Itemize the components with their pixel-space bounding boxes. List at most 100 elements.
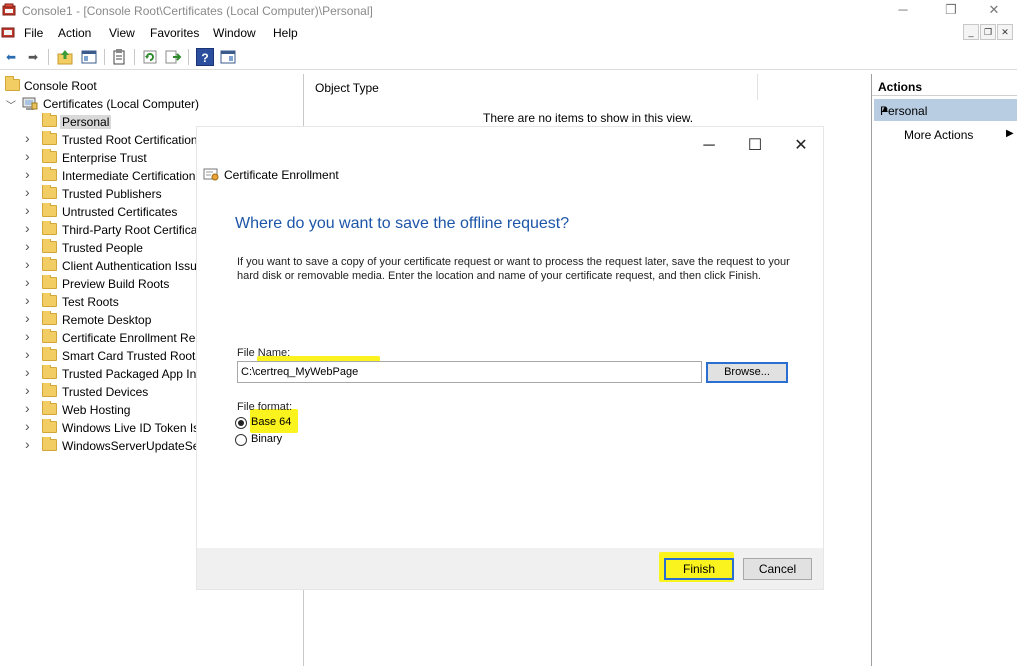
tree-node-store[interactable]: › Preview Build Roots bbox=[0, 275, 198, 293]
tree-node-store[interactable]: › Trusted Root Certification bbox=[0, 131, 198, 149]
submenu-arrow-icon[interactable]: ▶ bbox=[1006, 128, 1014, 139]
radio-button[interactable] bbox=[235, 434, 247, 446]
chevron-right-icon[interactable]: › bbox=[25, 365, 35, 380]
chevron-right-icon[interactable]: › bbox=[25, 167, 35, 182]
wizard-button-bar: Finish Cancel bbox=[197, 548, 823, 589]
restore-icon[interactable]: ❐ bbox=[928, 0, 974, 22]
dialog-close-icon[interactable]: ✕ bbox=[787, 135, 815, 157]
menu-favorites[interactable]: Favorites bbox=[150, 26, 199, 40]
chevron-right-icon[interactable]: › bbox=[25, 275, 35, 290]
column-header-object-type[interactable]: Object Type bbox=[308, 74, 758, 100]
chevron-right-icon[interactable]: › bbox=[25, 329, 35, 344]
folder-icon bbox=[42, 221, 57, 235]
tree-node-store[interactable]: › Trusted Publishers bbox=[0, 185, 198, 203]
chevron-right-icon[interactable]: › bbox=[25, 257, 35, 272]
wizard-page-description: If you want to save a copy of your certi… bbox=[237, 256, 790, 282]
toolbar-separator bbox=[134, 49, 135, 65]
minimize-icon[interactable]: ─ bbox=[880, 0, 926, 22]
chevron-right-icon[interactable]: › bbox=[25, 383, 35, 398]
chevron-right-icon[interactable]: › bbox=[25, 347, 35, 362]
tree-node-store[interactable]: › Smart Card Trusted Roots bbox=[0, 347, 198, 365]
browse-button[interactable]: Browse... bbox=[706, 362, 788, 383]
tree-node-store[interactable]: › Web Hosting bbox=[0, 401, 198, 419]
chevron-right-icon[interactable]: › bbox=[25, 185, 35, 200]
menu-view[interactable]: View bbox=[109, 26, 135, 40]
menu-action[interactable]: Action bbox=[58, 26, 91, 40]
dialog-minimize-icon[interactable]: ─ bbox=[695, 135, 723, 157]
folder-icon bbox=[42, 293, 57, 307]
show-hide-tree-icon[interactable] bbox=[80, 48, 98, 66]
certificate-enrollment-dialog: ─ ☐ ✕ Certificate Enrollment Where do yo… bbox=[197, 127, 823, 589]
menu-bar: File Action View Favorites Window Help bbox=[0, 22, 1017, 44]
dialog-maximize-icon[interactable]: ☐ bbox=[741, 135, 769, 157]
chevron-right-icon[interactable]: › bbox=[25, 401, 35, 416]
tree-node-store[interactable]: › Test Roots bbox=[0, 293, 198, 311]
chevron-right-icon[interactable]: › bbox=[25, 149, 35, 164]
tree-node-label: Windows Live ID Token Iss bbox=[62, 421, 198, 435]
up-one-level-icon[interactable] bbox=[56, 48, 74, 66]
folder-icon bbox=[42, 437, 57, 451]
chevron-right-icon[interactable]: › bbox=[25, 419, 35, 434]
refresh-icon[interactable] bbox=[141, 48, 159, 66]
tree-node-store[interactable]: › WindowsServerUpdateSer bbox=[0, 437, 198, 455]
tree-node-store[interactable]: › Client Authentication Issu bbox=[0, 257, 198, 275]
chevron-down-icon[interactable]: ﹀ bbox=[6, 97, 16, 112]
tree-node-store[interactable]: › Windows Live ID Token Iss bbox=[0, 419, 198, 437]
tree-node-label: Console Root bbox=[24, 79, 97, 93]
folder-icon bbox=[42, 149, 57, 163]
tree-node-label: Trusted Packaged App Ins bbox=[62, 367, 198, 381]
folder-icon bbox=[42, 329, 57, 343]
finish-button[interactable]: Finish bbox=[664, 558, 734, 580]
mdi-close-icon[interactable]: ✕ bbox=[997, 24, 1013, 40]
chevron-right-icon[interactable]: › bbox=[25, 131, 35, 146]
mdi-minimize-icon[interactable]: _ bbox=[963, 24, 979, 40]
file-name-input[interactable] bbox=[237, 361, 702, 383]
tree-node-label: Personal bbox=[60, 115, 112, 129]
tree-node-store[interactable]: › Untrusted Certificates bbox=[0, 203, 198, 221]
tree-node-store[interactable]: › Trusted Packaged App Ins bbox=[0, 365, 198, 383]
tree-node-store[interactable]: Personal bbox=[0, 113, 198, 131]
chevron-right-icon[interactable]: › bbox=[25, 221, 35, 236]
chevron-right-icon[interactable]: › bbox=[25, 311, 35, 326]
more-actions-link[interactable]: More Actions bbox=[904, 128, 973, 142]
tree-node-console-root[interactable]: Console Root bbox=[0, 76, 300, 95]
radio-button[interactable] bbox=[235, 417, 247, 429]
collapse-triangle-icon[interactable]: ▲ bbox=[880, 104, 1014, 115]
forward-arrow-icon[interactable]: ➡ bbox=[24, 48, 42, 66]
tree-node-store[interactable]: › Trusted Devices bbox=[0, 383, 198, 401]
menu-help[interactable]: Help bbox=[273, 26, 298, 40]
help-icon[interactable]: ? bbox=[196, 48, 214, 66]
tree-node-label: WindowsServerUpdateSer bbox=[62, 439, 198, 453]
mdi-restore-icon[interactable]: ❐ bbox=[980, 24, 996, 40]
chevron-right-icon[interactable]: › bbox=[25, 203, 35, 218]
folder-icon bbox=[42, 167, 57, 181]
folder-icon bbox=[42, 275, 57, 289]
column-header-label: Object Type bbox=[315, 81, 379, 95]
tree-node-store[interactable]: › Remote Desktop bbox=[0, 311, 198, 329]
export-list-icon[interactable] bbox=[164, 48, 182, 66]
tree-node-store[interactable]: › Trusted People bbox=[0, 239, 198, 257]
actions-section-personal[interactable]: Personal ▲ bbox=[874, 99, 1017, 121]
properties-clipboard-icon[interactable] bbox=[110, 48, 128, 66]
back-arrow-icon[interactable]: ⬅ bbox=[2, 48, 20, 66]
console-document-icon[interactable] bbox=[1, 25, 15, 39]
folder-icon bbox=[42, 419, 57, 433]
tree-node-label: Preview Build Roots bbox=[62, 277, 170, 291]
toolbar-separator bbox=[48, 49, 49, 65]
folder-icon bbox=[42, 311, 57, 325]
tree-node-store[interactable]: › Certificate Enrollment Rec bbox=[0, 329, 198, 347]
close-icon[interactable]: ✕ bbox=[971, 0, 1017, 22]
radio-label: Base 64 bbox=[251, 416, 292, 428]
show-hide-action-pane-icon[interactable] bbox=[219, 48, 237, 66]
tree-node-store[interactable]: › Intermediate Certification bbox=[0, 167, 198, 185]
cancel-button[interactable]: Cancel bbox=[743, 558, 812, 580]
tree-node-store[interactable]: › Enterprise Trust bbox=[0, 149, 198, 167]
tree-node-label: Trusted People bbox=[62, 241, 143, 255]
menu-file[interactable]: File bbox=[24, 26, 43, 40]
tree-node-store[interactable]: › Third-Party Root Certifica bbox=[0, 221, 198, 239]
chevron-right-icon[interactable]: › bbox=[25, 293, 35, 308]
chevron-right-icon[interactable]: › bbox=[25, 239, 35, 254]
tree-node-certificates[interactable]: ﹀ Certificates (Local Computer) bbox=[0, 95, 300, 113]
chevron-right-icon[interactable]: › bbox=[25, 437, 35, 452]
menu-window[interactable]: Window bbox=[213, 26, 256, 40]
